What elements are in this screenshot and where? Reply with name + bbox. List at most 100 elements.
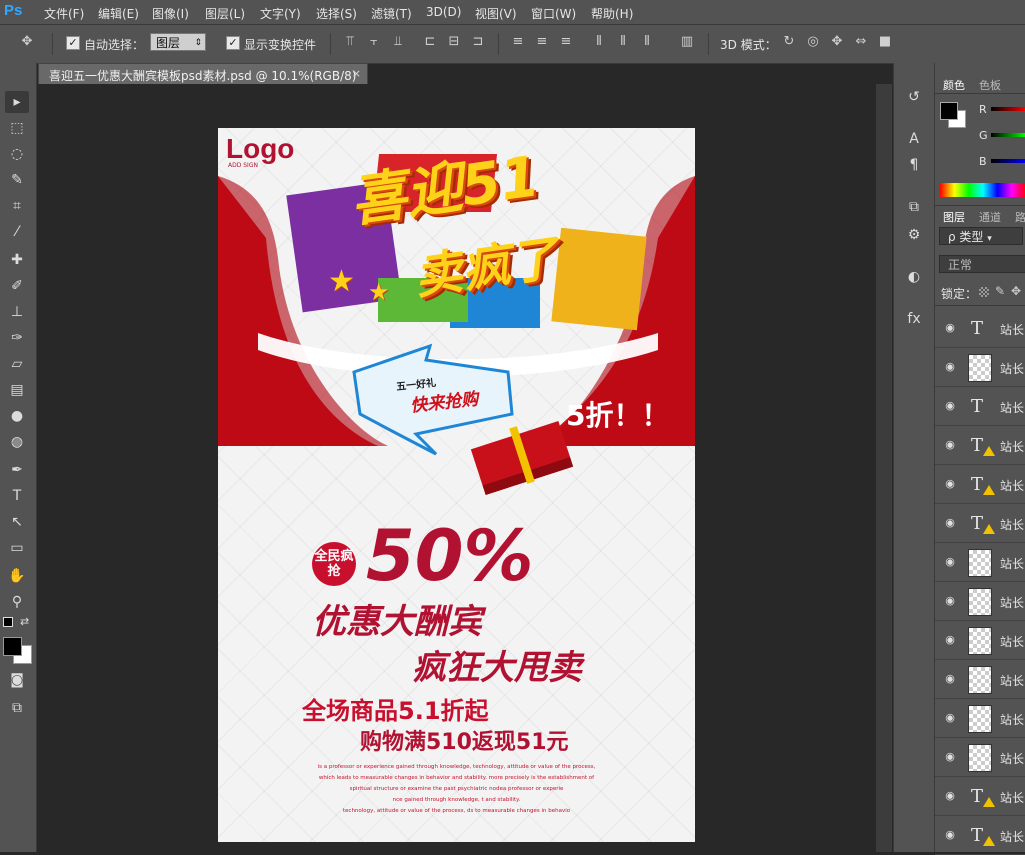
- layer-row[interactable]: ◉ T 站长: [935, 387, 1025, 426]
- eyedropper-tool-icon[interactable]: ⁄: [5, 221, 29, 243]
- poster-canvas[interactable]: Logo ADD SIGN 喜迎51 卖疯了 ★ ★ 五一好礼 快来抢购 5折！…: [218, 128, 695, 842]
- character-panel-icon[interactable]: A: [904, 129, 924, 149]
- visibility-eye-icon[interactable]: ◉: [942, 671, 958, 687]
- tab-swatches[interactable]: 色板: [979, 77, 1001, 93]
- menu-item[interactable]: 帮助(H): [591, 5, 633, 22]
- visibility-eye-icon[interactable]: ◉: [942, 554, 958, 570]
- visibility-eye-icon[interactable]: ◉: [942, 359, 958, 375]
- crop-tool-icon[interactable]: ⌗: [5, 195, 29, 217]
- layer-row[interactable]: ◉ T 站长: [935, 309, 1025, 348]
- distribute-bottom-icon[interactable]: ≡: [559, 35, 573, 49]
- gradient-tool-icon[interactable]: ▤: [5, 379, 29, 401]
- distribute-top-icon[interactable]: ≡: [511, 35, 525, 49]
- menu-item[interactable]: 文字(Y): [260, 5, 301, 22]
- lock-pixels-icon[interactable]: ✎: [995, 284, 1005, 298]
- red-slider[interactable]: [991, 107, 1025, 111]
- close-icon[interactable]: ×: [352, 67, 361, 80]
- marquee-tool-icon[interactable]: ⬚: [5, 117, 29, 139]
- menu-item[interactable]: 视图(V): [475, 5, 517, 22]
- screen-mode-icon[interactable]: ⧉: [5, 697, 29, 719]
- menu-item[interactable]: 文件(F): [44, 5, 84, 22]
- align-right-icon[interactable]: ⊐: [471, 35, 485, 49]
- 3d-slide-icon[interactable]: ⇔: [854, 35, 868, 49]
- foreground-color-swatch[interactable]: [3, 637, 22, 656]
- menu-item[interactable]: 滤镜(T): [371, 5, 412, 22]
- foreground-color-swatch[interactable]: [940, 102, 958, 120]
- align-top-icon[interactable]: ⫪: [343, 35, 357, 49]
- layer-row[interactable]: ◉ 站长: [935, 543, 1025, 582]
- hand-tool-icon[interactable]: ✋: [5, 565, 29, 587]
- layer-row[interactable]: ◉ 站长: [935, 738, 1025, 777]
- paragraph-panel-icon[interactable]: ¶: [904, 155, 924, 175]
- pen-tool-icon[interactable]: ✒: [5, 459, 29, 481]
- move-tool-icon[interactable]: ▸: [5, 91, 29, 113]
- menu-item[interactable]: 选择(S): [316, 5, 357, 22]
- menu-item[interactable]: 图层(L): [205, 5, 245, 22]
- zoom-tool-icon[interactable]: ⚲: [5, 591, 29, 613]
- tab-color[interactable]: 颜色: [943, 77, 965, 93]
- vertical-scrollbar[interactable]: [876, 84, 892, 852]
- blue-slider[interactable]: [991, 159, 1025, 163]
- brush-tool-icon[interactable]: ✐: [5, 275, 29, 297]
- distribute-left-icon[interactable]: ⦀: [592, 35, 606, 49]
- path-select-tool-icon[interactable]: ↖: [5, 511, 29, 533]
- rectangle-tool-icon[interactable]: ▭: [5, 537, 29, 559]
- type-tool-icon[interactable]: T: [5, 485, 29, 507]
- eraser-tool-icon[interactable]: ▱: [5, 353, 29, 375]
- layer-kind-filter[interactable]: ρ 类型 ▾: [939, 227, 1023, 245]
- visibility-eye-icon[interactable]: ◉: [942, 827, 958, 843]
- visibility-eye-icon[interactable]: ◉: [942, 788, 958, 804]
- quick-select-tool-icon[interactable]: ✎: [5, 169, 29, 191]
- 3d-scale-icon[interactable]: ■: [878, 35, 892, 49]
- layer-row[interactable]: ◉ 站长: [935, 582, 1025, 621]
- menu-item[interactable]: 窗口(W): [531, 5, 576, 22]
- document-tab[interactable]: 喜迎五一优惠大酬宾模板psd素材.psd @ 10.1%(RGB/8) ×: [38, 63, 368, 84]
- layer-row[interactable]: ◉ T 站长: [935, 426, 1025, 465]
- visibility-eye-icon[interactable]: ◉: [942, 437, 958, 453]
- auto-align-icon[interactable]: ▥: [680, 35, 694, 49]
- layer-row[interactable]: ◉ T 站长: [935, 816, 1025, 855]
- quick-mask-icon[interactable]: ◙: [5, 669, 29, 691]
- stamp-tool-icon[interactable]: ⊥: [5, 301, 29, 323]
- visibility-eye-icon[interactable]: ◉: [942, 593, 958, 609]
- 3d-pan-icon[interactable]: ✥: [830, 35, 844, 49]
- tab-paths[interactable]: 路: [1015, 209, 1025, 225]
- 3d-rotate-icon[interactable]: ↻: [782, 35, 796, 49]
- tab-layers[interactable]: 图层: [943, 209, 965, 225]
- visibility-eye-icon[interactable]: ◉: [942, 710, 958, 726]
- lock-position-icon[interactable]: ✥: [1011, 284, 1021, 298]
- distribute-right-icon[interactable]: ⦀: [640, 35, 654, 49]
- history-panel-icon[interactable]: ↺: [904, 87, 924, 107]
- layer-row[interactable]: ◉ 站长: [935, 621, 1025, 660]
- layer-row[interactable]: ◉ T 站长: [935, 465, 1025, 504]
- align-bottom-icon[interactable]: ⫫: [391, 35, 405, 49]
- menu-item[interactable]: 编辑(E): [98, 5, 139, 22]
- align-vcenter-icon[interactable]: ⫟: [367, 35, 381, 49]
- visibility-eye-icon[interactable]: ◉: [942, 515, 958, 531]
- dodge-tool-icon[interactable]: ◍: [5, 431, 29, 453]
- blur-tool-icon[interactable]: ●: [5, 405, 29, 427]
- distribute-hcenter-icon[interactable]: ⦀: [616, 35, 630, 49]
- layer-row[interactable]: ◉ 站长: [935, 699, 1025, 738]
- visibility-eye-icon[interactable]: ◉: [942, 320, 958, 336]
- lasso-tool-icon[interactable]: ◌: [5, 143, 29, 165]
- healing-brush-tool-icon[interactable]: ✚: [5, 249, 29, 271]
- color-spectrum[interactable]: [940, 183, 1025, 197]
- visibility-eye-icon[interactable]: ◉: [942, 749, 958, 765]
- default-colors-icon[interactable]: [3, 617, 13, 627]
- menu-item[interactable]: 图像(I): [152, 5, 189, 22]
- swap-colors-icon[interactable]: ⇄: [20, 615, 29, 628]
- visibility-eye-icon[interactable]: ◉: [942, 476, 958, 492]
- auto-select-checkbox[interactable]: ✓: [66, 36, 80, 50]
- blend-mode-dropdown[interactable]: 正常: [939, 255, 1025, 273]
- menu-item[interactable]: 3D(D): [426, 5, 461, 19]
- adjustments-panel-icon[interactable]: ◐: [904, 267, 924, 287]
- visibility-eye-icon[interactable]: ◉: [942, 632, 958, 648]
- actions-panel-icon[interactable]: ⚙: [904, 225, 924, 245]
- history-brush-tool-icon[interactable]: ✑: [5, 327, 29, 349]
- visibility-eye-icon[interactable]: ◉: [942, 398, 958, 414]
- distribute-vcenter-icon[interactable]: ≡: [535, 35, 549, 49]
- tab-channels[interactable]: 通道: [979, 209, 1001, 225]
- align-left-icon[interactable]: ⊏: [423, 35, 437, 49]
- move-tool-icon[interactable]: ✥: [20, 35, 34, 49]
